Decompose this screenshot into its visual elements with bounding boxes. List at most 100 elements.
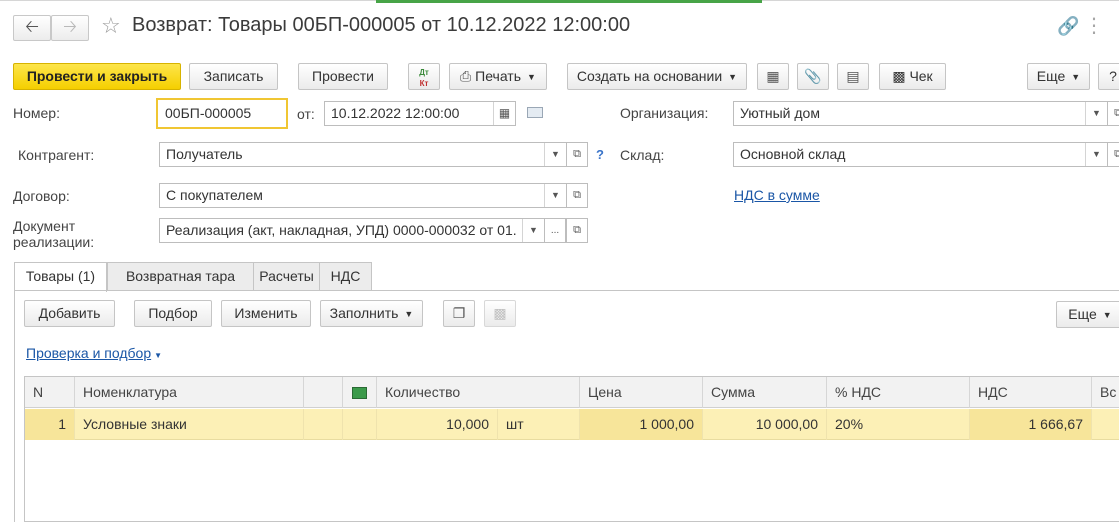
tab-vat[interactable]: НДС <box>319 262 372 291</box>
more-label: Еще <box>1036 68 1066 84</box>
row-marking <box>343 409 377 440</box>
tab-settlements[interactable]: Расчеты <box>253 262 320 291</box>
help-question-icon[interactable]: ? <box>596 147 604 162</box>
calendar-icon[interactable]: ▦ <box>493 102 515 125</box>
column-header-sum[interactable]: Сумма <box>703 377 827 408</box>
open-counterparty-icon[interactable]: ⧉ <box>566 142 588 167</box>
sale-document-label: Документ реализации: <box>13 218 94 250</box>
link-icon[interactable]: 🔗 <box>1057 16 1079 37</box>
print-button[interactable]: ⎙ Печать ▼ <box>449 63 547 90</box>
comment-icon[interactable] <box>527 107 543 118</box>
check-and-pick-label: Проверка и подбор <box>26 345 152 361</box>
report-icon[interactable]: ▤ <box>837 63 869 90</box>
column-header-total[interactable]: Вс <box>1092 377 1119 408</box>
row-vat-rate: 20% <box>827 409 970 440</box>
more-button[interactable]: Еще ▼ <box>1027 63 1090 90</box>
more-vertical-icon[interactable]: ⋮ <box>1084 13 1104 38</box>
contract-value: С покупателем <box>166 187 263 203</box>
number-label: Номер: <box>13 105 60 121</box>
open-sale-document-icon[interactable]: ⧉ <box>566 218 588 243</box>
row-price: 1 000,00 <box>580 409 703 440</box>
page-title: Возврат: Товары 00БП-000005 от 10.12.202… <box>132 14 631 36</box>
post-button[interactable]: Провести <box>298 63 388 90</box>
tab-returnable-packaging[interactable]: Возвратная тара <box>107 262 254 291</box>
tab-panel-border <box>14 290 1119 291</box>
add-button[interactable]: Добавить <box>24 300 115 327</box>
check-button[interactable]: ▩ Чек <box>879 63 946 90</box>
open-contract-icon[interactable]: ⧉ <box>566 183 588 208</box>
row-total <box>1092 409 1119 440</box>
chevron-down-icon[interactable]: ▼ <box>544 143 566 166</box>
warehouse-value: Основной склад <box>740 146 846 162</box>
forward-button[interactable]: 🡢 <box>51 15 89 41</box>
vat-in-sum-link[interactable]: НДС в сумме <box>734 187 820 203</box>
row-number: 1 <box>25 409 75 440</box>
row-quantity: 10,000 <box>377 409 498 440</box>
date-label: от: <box>297 106 315 122</box>
save-button[interactable]: Записать <box>189 63 278 90</box>
date-field[interactable]: 10.12.2022 12:00:00 ▦ <box>324 101 516 126</box>
counterparty-label: Контрагент: <box>18 147 95 163</box>
dt-kt-button[interactable]: Дт Кт <box>408 63 440 90</box>
column-header-blank[interactable] <box>304 377 343 408</box>
column-header-quantity[interactable]: Количество <box>377 377 580 408</box>
select-sale-document-button[interactable]: ... <box>544 218 566 243</box>
table-row[interactable]: 1 Условные знаки 10,000 шт 1 000,00 10 0… <box>25 409 1119 440</box>
contract-field[interactable]: С покупателем ▼ <box>159 183 567 208</box>
open-organization-icon[interactable]: ⧉ <box>1107 101 1119 126</box>
counterparty-field[interactable]: Получатель ▼ <box>159 142 567 167</box>
column-header-marking[interactable] <box>343 377 377 408</box>
open-warehouse-icon[interactable]: ⧉ <box>1107 142 1119 167</box>
warehouse-label: Склад: <box>620 147 665 163</box>
paste-icon[interactable]: ▩ <box>484 300 516 327</box>
organization-field[interactable]: Уютный дом ▼ <box>733 101 1108 126</box>
row-blank <box>304 409 343 440</box>
chevron-down-icon: ▼ <box>728 71 738 82</box>
pick-button[interactable]: Подбор <box>134 300 212 327</box>
favorite-star-icon[interactable]: ☆ <box>101 13 121 39</box>
counterparty-value: Получатель <box>166 146 243 162</box>
column-header-vat-rate[interactable]: % НДС <box>827 377 970 408</box>
back-button[interactable]: 🡠 <box>13 15 51 41</box>
arrow-right-icon: 🡢 <box>63 17 77 36</box>
fill-button[interactable]: Заполнить ▼ <box>320 300 423 327</box>
chevron-down-icon[interactable]: ▼ <box>1085 143 1107 166</box>
goods-more-label: Еще <box>1068 306 1097 322</box>
chevron-down-icon[interactable]: ▼ <box>544 184 566 207</box>
organization-label: Организация: <box>620 105 709 121</box>
number-field[interactable]: 00БП-000005 <box>156 98 288 129</box>
arrow-left-icon: 🡠 <box>25 17 39 36</box>
row-vat: 1 666,67 <box>970 409 1092 440</box>
copy-icon[interactable]: ❐ <box>443 300 475 327</box>
column-header-nomenclature[interactable]: Номенклатура <box>75 377 304 408</box>
sale-document-field[interactable]: Реализация (акт, накладная, УПД) 0000-00… <box>159 218 545 243</box>
chevron-down-icon: ▼ <box>527 71 536 82</box>
post-and-close-button[interactable]: Провести и закрыть <box>13 63 181 90</box>
tab-goods[interactable]: Товары (1) <box>14 262 107 292</box>
goods-more-button[interactable]: Еще ▼ <box>1056 301 1119 328</box>
chevron-down-icon: ▼ <box>1102 309 1112 320</box>
chevron-down-icon: ▼ <box>154 351 163 360</box>
date-value: 10.12.2022 12:00:00 <box>331 105 460 121</box>
column-header-vat[interactable]: НДС <box>970 377 1092 408</box>
attachment-icon[interactable]: 📎 <box>797 63 829 90</box>
chevron-down-icon[interactable]: ▼ <box>522 219 544 242</box>
kt-label: Кт <box>419 79 429 88</box>
dt-label: Дт <box>419 68 429 77</box>
warehouse-field[interactable]: Основной склад ▼ <box>733 142 1108 167</box>
table-header: N Номенклатура Количество Цена Сумма % Н… <box>25 377 1119 408</box>
receipt-printer-icon: ▩ <box>892 68 906 84</box>
column-header-price[interactable]: Цена <box>580 377 703 408</box>
goods-table[interactable]: N Номенклатура Количество Цена Сумма % Н… <box>24 376 1119 522</box>
chevron-down-icon: ▼ <box>404 308 414 319</box>
structure-icon[interactable]: ▦ <box>757 63 789 90</box>
organization-value: Уютный дом <box>740 105 820 121</box>
print-label: Печать <box>475 68 522 84</box>
column-header-n[interactable]: N <box>25 377 75 408</box>
check-and-pick-link[interactable]: Проверка и подбор ▼ <box>26 345 162 361</box>
row-nomenclature: Условные знаки <box>75 409 304 440</box>
edit-button[interactable]: Изменить <box>221 300 311 327</box>
create-based-on-button[interactable]: Создать на основании ▼ <box>567 63 747 90</box>
chevron-down-icon[interactable]: ▼ <box>1085 102 1107 125</box>
help-button[interactable]: ? <box>1098 63 1119 90</box>
